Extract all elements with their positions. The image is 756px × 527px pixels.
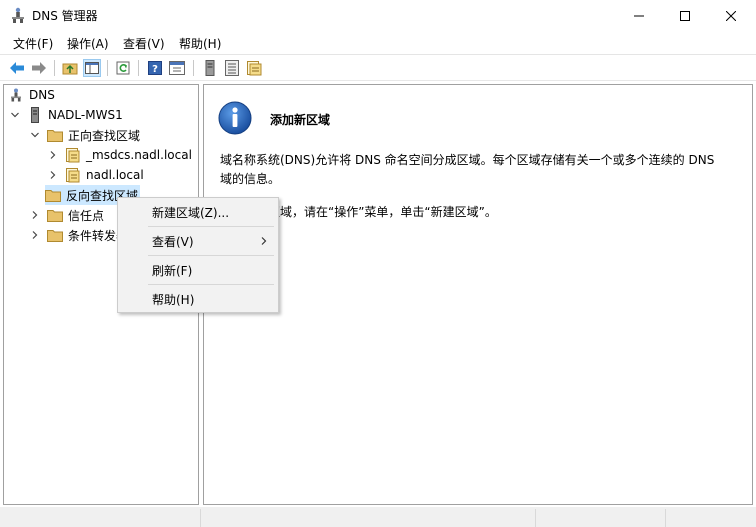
up-level-button[interactable] [61,59,79,77]
ctx-item-label: 帮助(H) [152,292,195,307]
status-bar [0,507,756,527]
server-icon [205,60,215,76]
instruction-text: 要添加新区域，请在“操作”菜单，单击“新建区域”。 [220,205,497,219]
show-hide-tree-icon [85,62,99,74]
chevron-right-icon[interactable] [29,229,41,241]
server-icon [27,107,43,123]
tree-item-conditional-forwarders[interactable]: 条件转发器 [29,225,128,245]
dns-icon [8,87,24,103]
page-heading: 添加新区域 [270,113,331,127]
maximize-icon [680,10,690,21]
zone-icon [65,167,81,183]
menu-action[interactable]: 操作(A) [67,35,109,52]
ctx-item-label: 刷新(F) [152,263,193,278]
dns-app-icon [11,7,25,24]
list-icon [225,60,239,76]
help-icon: ? [148,61,162,75]
status-segment [200,509,535,527]
folder-icon [47,227,63,243]
tree-item-label: _msdcs.nadl.local [86,148,192,162]
minimize-button[interactable] [616,0,662,31]
tree-item-label: NADL-MWS1 [48,108,123,122]
ctx-item-label: 新建区域(Z)... [152,205,230,220]
forward-icon [32,62,46,74]
toolbar-separator [138,60,139,76]
close-button[interactable] [708,0,754,31]
menu-bar: 文件(F) 操作(A) 查看(V) 帮助(H) [0,31,756,53]
folder-icon [47,207,63,223]
menu-separator [148,284,274,285]
properties-button[interactable] [168,59,186,77]
properties-icon [169,61,185,75]
tree-item-label: nadl.local [86,168,144,182]
folder-icon [45,187,61,203]
status-segment [665,509,756,527]
menu-separator [148,226,274,227]
forward-button[interactable] [30,59,48,77]
tree-item-label: DNS [29,88,55,102]
ctx-item-label: 查看(V) [152,234,194,249]
chevron-right-icon[interactable] [47,149,59,161]
server-button[interactable] [201,59,219,77]
ctx-view[interactable]: 查看(V) [118,229,278,253]
maximize-button[interactable] [662,0,708,31]
context-menu: 新建区域(Z)... 查看(V) 刷新(F) 帮助(H) [117,197,279,313]
back-icon [10,62,24,74]
chevron-down-icon[interactable] [29,129,41,141]
toolbar: ? [0,54,756,81]
back-button[interactable] [8,59,26,77]
refresh-icon [116,61,130,75]
refresh-button[interactable] [114,59,132,77]
show-hide-tree-button[interactable] [83,59,101,77]
description-line-1: 域名称系统(DNS)允许将 DNS 命名空间分成区域。每个区域存储有关一个或多个… [220,153,715,167]
menu-help[interactable]: 帮助(H) [179,35,221,52]
menu-file[interactable]: 文件(F) [13,35,53,52]
info-icon [218,101,252,135]
window-title: DNS 管理器 [32,9,98,23]
svg-text:?: ? [152,64,158,75]
tree-item-forward-lookup[interactable]: 正向查找区域 [29,125,140,145]
tree-item-dns[interactable]: DNS [8,85,55,105]
status-segment [535,509,665,527]
tree-item-trust-points[interactable]: 信任点 [29,205,104,225]
chevron-down-icon[interactable] [9,109,21,121]
zone-button[interactable] [245,59,263,77]
toolbar-separator [54,60,55,76]
zone-icon [65,147,81,163]
chevron-right-icon[interactable] [47,169,59,181]
tree-item-label: 信任点 [68,208,105,223]
close-icon [726,10,736,21]
help-button[interactable]: ? [146,59,164,77]
tree-item-server[interactable]: NADL-MWS1 [9,105,123,125]
ctx-help[interactable]: 帮助(H) [118,287,278,311]
chevron-right-icon[interactable] [29,209,41,221]
zone-icon [247,61,262,76]
tree-item-msdcs-zone[interactable]: _msdcs.nadl.local [47,145,192,165]
menu-view[interactable]: 查看(V) [123,35,165,52]
tree-item-nadl-local-zone[interactable]: nadl.local [47,165,144,185]
toolbar-separator [193,60,194,76]
details-pane [203,84,753,505]
title-bar: DNS 管理器 [0,0,756,31]
description-line-2: 域的信息。 [220,172,281,186]
ctx-new-zone[interactable]: 新建区域(Z)... [118,200,278,224]
list-button[interactable] [223,59,241,77]
ctx-refresh[interactable]: 刷新(F) [118,258,278,282]
menu-separator [148,255,274,256]
toolbar-separator [107,60,108,76]
minimize-icon [634,15,644,16]
chevron-right-icon [260,235,268,249]
up-folder-icon [62,63,78,75]
tree-item-label: 正向查找区域 [68,128,141,143]
folder-icon [47,127,63,143]
